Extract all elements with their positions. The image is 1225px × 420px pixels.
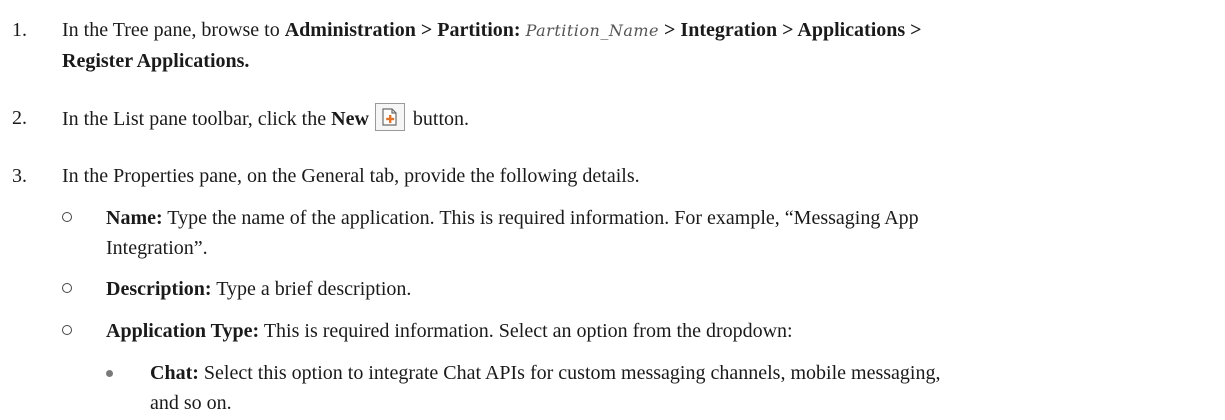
- menu-path-continued: > Integration > Applications >: [664, 19, 922, 41]
- new-label: New: [331, 108, 369, 130]
- step-3-text: In the Properties pane, on the General t…: [62, 165, 640, 187]
- field-label: Application Type:: [106, 320, 260, 342]
- field-label: Name:: [106, 207, 163, 229]
- menu-path: Administration > Partition:: [284, 19, 521, 41]
- document-page: 1. In the Tree pane, browse to Administr…: [0, 0, 1225, 420]
- step-number: 3.: [12, 165, 27, 187]
- dot-bullet-icon: [106, 370, 113, 377]
- menu-path-end: Register Applications.: [62, 50, 250, 72]
- step-1-text: In the Tree pane, browse to Administrati…: [62, 19, 922, 72]
- circle-bullet-icon: [62, 325, 72, 335]
- circle-bullet-icon: [62, 283, 72, 293]
- step-2-text: In the List pane toolbar, click the New …: [62, 103, 1211, 134]
- step-number: 2.: [12, 107, 27, 129]
- circle-bullet-icon: [62, 212, 72, 222]
- field-label: Description:: [106, 278, 212, 300]
- new-document-icon: [374, 103, 405, 131]
- step-number: 1.: [12, 19, 27, 41]
- option-label: Chat:: [150, 362, 199, 384]
- partition-name-placeholder: Partition_Name: [525, 21, 660, 40]
